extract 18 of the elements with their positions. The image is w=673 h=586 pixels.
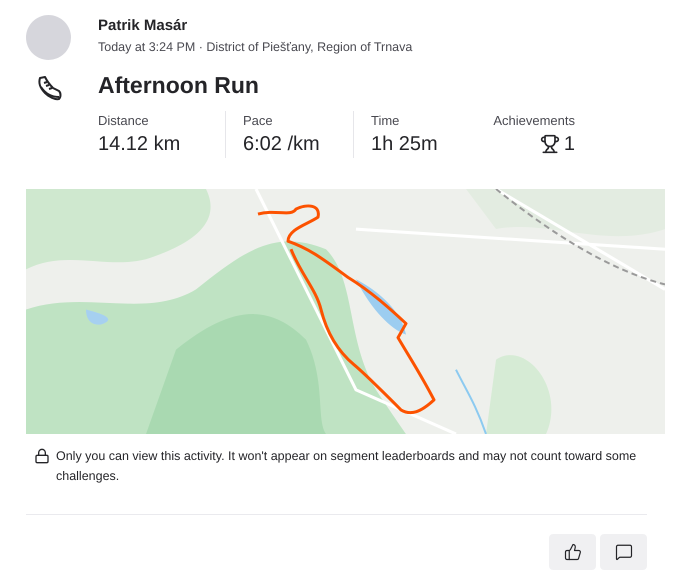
stat-label: Pace <box>243 112 274 130</box>
comment-button[interactable] <box>600 534 647 570</box>
stat-value: 1h 25m <box>371 132 439 158</box>
athlete-name[interactable]: Patrik Masár <box>98 16 647 36</box>
lock-icon <box>34 448 50 464</box>
kudos-button[interactable] <box>549 534 596 570</box>
stat-label: Distance <box>98 112 150 130</box>
achievement-count: 1 <box>564 132 575 158</box>
thumbs-up-icon <box>564 543 582 562</box>
activity-meta: Today at 3:24 PM · District of Piešťany, Region of Trnava <box>98 39 414 56</box>
stat-value: 14.12 km <box>98 132 182 158</box>
privacy-note: Only you can view this activity. It won't appear on segment leaderboards and may not count toward some challenges. <box>56 448 638 486</box>
stat-label: Time <box>371 112 400 130</box>
activity-title[interactable]: Afternoon Run <box>98 70 647 99</box>
comment-icon <box>614 543 632 562</box>
stat-label: Achievements <box>493 112 575 130</box>
trophy-icon <box>540 134 560 154</box>
stat-value: 6:02 /km <box>243 132 321 158</box>
